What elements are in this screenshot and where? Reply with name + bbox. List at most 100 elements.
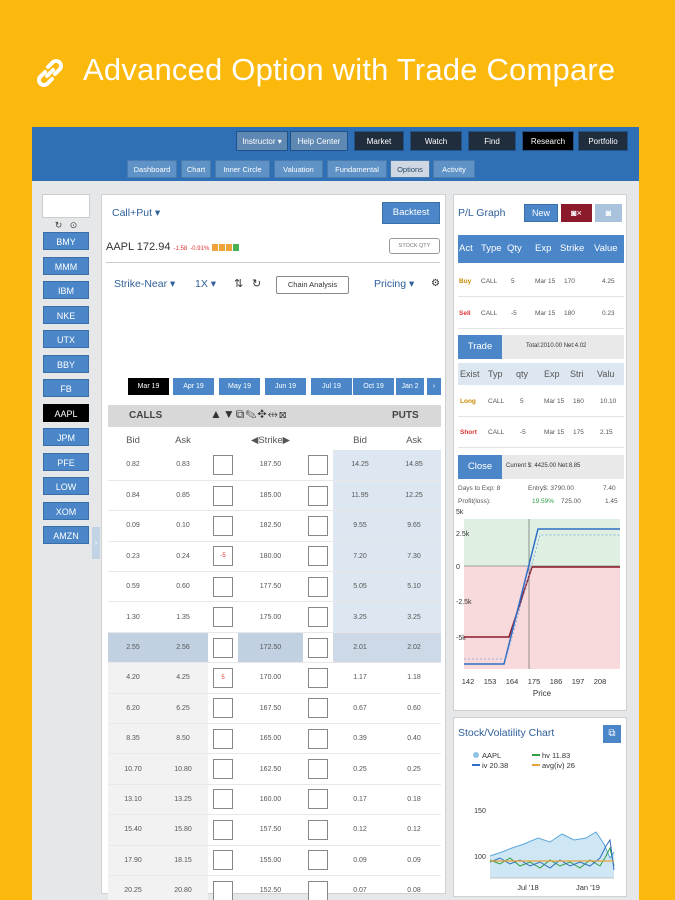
portfolio-button[interactable]: Portfolio xyxy=(578,131,628,151)
call-ask[interactable]: 13.25 xyxy=(158,784,208,816)
put-bid[interactable]: 0.17 xyxy=(333,784,387,816)
call-select-checkbox[interactable]: 5 xyxy=(213,667,233,688)
call-select-checkbox[interactable] xyxy=(213,819,233,840)
call-bid[interactable]: 1.30 xyxy=(108,601,158,633)
put-select-checkbox[interactable] xyxy=(308,546,328,567)
put-bid[interactable]: 1.17 xyxy=(333,662,387,694)
put-ask[interactable]: 3.25 xyxy=(387,601,441,633)
help-center-button[interactable]: Help Center xyxy=(290,131,348,151)
put-bid[interactable]: 2.01 xyxy=(333,632,387,664)
put-ask[interactable]: 7.30 xyxy=(387,541,441,573)
ticker-mmm[interactable]: MMM xyxy=(43,256,89,275)
expiration-chip[interactable]: Jun 19 xyxy=(265,378,306,395)
sidebar-collapse-handle[interactable]: › xyxy=(92,527,100,559)
expiration-chip[interactable]: Oct 19 xyxy=(353,378,394,395)
put-bid[interactable]: 0.25 xyxy=(333,753,387,785)
call-select-checkbox[interactable] xyxy=(213,454,233,475)
put-select-checkbox[interactable] xyxy=(308,880,328,900)
call-select-checkbox[interactable] xyxy=(213,698,233,719)
call-bid[interactable]: 17.90 xyxy=(108,845,158,876)
ticker-pfe[interactable]: PFE xyxy=(43,452,89,471)
strategy-select[interactable]: Call+Put ▾ xyxy=(112,207,160,219)
call-bid[interactable]: 13.10 xyxy=(108,784,158,816)
call-ask[interactable]: 1.35 xyxy=(158,601,208,633)
call-select-checkbox[interactable] xyxy=(213,485,233,506)
call-select-checkbox[interactable] xyxy=(213,759,233,780)
call-bid[interactable]: 0.82 xyxy=(108,450,158,481)
call-bid[interactable]: 6.20 xyxy=(108,693,158,725)
ticker-bby[interactable]: BBY xyxy=(43,354,89,373)
refresh-icon[interactable]: ↻ xyxy=(252,277,261,290)
call-ask[interactable]: 10.80 xyxy=(158,753,208,785)
put-select-checkbox[interactable] xyxy=(308,637,328,658)
edit-icon[interactable]: ✎ xyxy=(245,407,257,421)
multiplier-select[interactable]: 1X ▾ xyxy=(195,278,216,290)
expand-chart-button[interactable]: ⧉ xyxy=(603,725,621,743)
expiration-chip[interactable]: Jul 19 xyxy=(311,378,352,395)
call-bid[interactable]: 20.25 xyxy=(108,875,158,900)
put-select-checkbox[interactable] xyxy=(308,728,328,749)
call-select-checkbox[interactable]: -5 xyxy=(213,546,233,567)
put-ask[interactable]: 0.18 xyxy=(387,784,441,816)
camera-button[interactable]: ◙ xyxy=(595,204,622,222)
move-down-icon[interactable]: ▼ xyxy=(223,407,236,421)
call-ask[interactable]: 0.24 xyxy=(158,541,208,573)
watch-button[interactable]: Watch xyxy=(410,131,462,151)
ticker-nke[interactable]: NKE xyxy=(43,305,89,324)
put-bid[interactable]: 0.07 xyxy=(333,875,387,900)
ticker-utx[interactable]: UTX xyxy=(43,330,89,348)
put-bid[interactable]: 7.20 xyxy=(333,541,387,573)
put-ask[interactable]: 14.85 xyxy=(387,450,441,481)
ticker-low[interactable]: LOW xyxy=(43,477,89,495)
put-ask[interactable]: 0.60 xyxy=(387,693,441,725)
put-select-checkbox[interactable] xyxy=(308,819,328,840)
close-button[interactable]: Close xyxy=(458,455,502,479)
put-bid[interactable]: 0.09 xyxy=(333,845,387,876)
tab-inner-circle[interactable]: Inner Circle xyxy=(215,160,270,178)
trade-act[interactable]: Sell xyxy=(459,299,471,329)
expiration-chip[interactable]: Jan 2 xyxy=(396,378,424,395)
gear-icon[interactable]: ⚙ xyxy=(431,278,440,289)
trade-button[interactable]: Trade xyxy=(458,335,502,359)
tab-activity[interactable]: Activity xyxy=(433,160,475,178)
new-button[interactable]: New xyxy=(524,204,558,222)
put-ask[interactable]: 5.10 xyxy=(387,571,441,603)
expiration-chip[interactable]: May 19 xyxy=(219,378,260,395)
call-bid[interactable]: 0.09 xyxy=(108,510,158,542)
call-select-checkbox[interactable] xyxy=(213,607,233,628)
call-bid[interactable]: 15.40 xyxy=(108,814,158,846)
pricing-select[interactable]: Pricing ▾ xyxy=(374,278,414,290)
call-select-checkbox[interactable] xyxy=(213,728,233,749)
ticker-fb[interactable]: FB xyxy=(43,379,89,397)
sort-icon[interactable]: ⇅ xyxy=(234,277,243,290)
ticker-bmy[interactable]: BMY xyxy=(43,232,89,250)
call-bid[interactable]: 8.35 xyxy=(108,723,158,755)
put-bid[interactable]: 11.95 xyxy=(333,480,387,512)
strike-mode-select[interactable]: Strike-Near ▾ xyxy=(114,278,175,290)
put-select-checkbox[interactable] xyxy=(308,789,328,810)
call-bid[interactable]: 0.59 xyxy=(108,571,158,603)
put-bid[interactable]: 0.12 xyxy=(333,814,387,846)
call-ask[interactable]: 6.25 xyxy=(158,693,208,725)
copy-icon[interactable]: ⧉ xyxy=(236,407,246,421)
call-select-checkbox[interactable] xyxy=(213,576,233,597)
expiration-chip[interactable]: Apr 19 xyxy=(173,378,214,395)
ticker-ibm[interactable]: IBM xyxy=(43,281,89,299)
stock-qty-input[interactable]: STOCK QTY xyxy=(389,238,440,254)
put-select-checkbox[interactable] xyxy=(308,759,328,780)
put-bid[interactable]: 5.05 xyxy=(333,571,387,603)
move-up-icon[interactable]: ▲ xyxy=(210,407,223,421)
clear-icon[interactable]: ⊠ xyxy=(279,407,288,421)
call-ask[interactable]: 0.60 xyxy=(158,571,208,603)
tab-options[interactable]: Options xyxy=(390,160,430,178)
call-bid[interactable]: 0.23 xyxy=(108,541,158,573)
call-ask[interactable]: 8.50 xyxy=(158,723,208,755)
put-ask[interactable]: 2.02 xyxy=(387,632,441,664)
put-ask[interactable]: 1.18 xyxy=(387,662,441,694)
call-select-checkbox[interactable] xyxy=(213,637,233,658)
put-ask[interactable]: 0.12 xyxy=(387,814,441,846)
put-select-checkbox[interactable] xyxy=(308,850,328,871)
call-ask[interactable]: 4.25 xyxy=(158,662,208,694)
ticker-jpm[interactable]: JPM xyxy=(43,428,89,446)
put-select-checkbox[interactable] xyxy=(308,667,328,688)
